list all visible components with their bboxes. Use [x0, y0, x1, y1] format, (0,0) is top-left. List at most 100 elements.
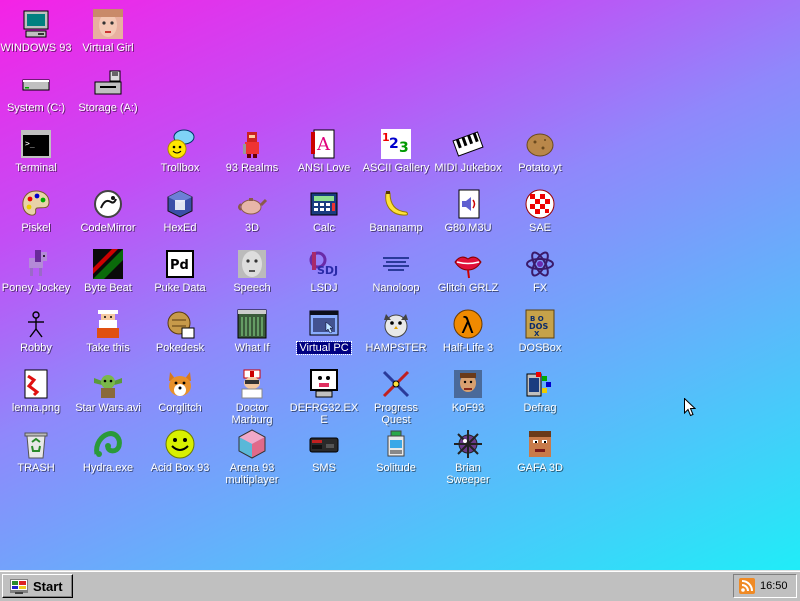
desktop-icon-sms[interactable]: SMS	[288, 426, 360, 484]
desktop-icon-label: Half-Life 3	[442, 342, 494, 354]
desktop-icon-virtualpc[interactable]: Virtual PC	[288, 306, 360, 364]
desktop-icon-pukedata[interactable]: Pd Puke Data	[144, 246, 216, 304]
desktop-icon-windows93[interactable]: WINDOWS 93	[0, 6, 72, 64]
clock: 16:50	[760, 580, 788, 592]
desktop-icon-robby[interactable]: Robby	[0, 306, 72, 364]
desktop-icon-g80[interactable]: G80.M3U	[432, 186, 504, 244]
fighter-icon	[452, 368, 484, 400]
desktop-icon-label: TRASH	[17, 462, 55, 474]
desktop-icon-potato[interactable]: Potato.yt	[504, 126, 576, 184]
desktop-icon-corglitch[interactable]: Corglitch	[144, 366, 216, 424]
hard-drive-icon	[20, 68, 52, 100]
desktop-icon-hydra[interactable]: Hydra.exe	[72, 426, 144, 484]
desktop-icon-defrag[interactable]: Defrag	[504, 366, 576, 424]
desktop-icon-label: Take this	[86, 342, 130, 354]
dosbox-icon: B O DOS X	[524, 308, 556, 340]
rss-icon[interactable]	[739, 578, 755, 594]
desktop-icon-dosbox[interactable]: B O DOS X DOSBox	[504, 306, 576, 364]
desktop-icon-label: CodeMirror	[80, 222, 136, 234]
desktop-icon-halflife3[interactable]: λ Half-Life 3	[432, 306, 504, 364]
desktop-icon-terminal[interactable]: >_ Terminal	[0, 126, 72, 184]
desktop-icon-trollbox[interactable]: Trollbox	[144, 126, 216, 184]
desktop-icon-poney[interactable]: Poney Jockey	[0, 246, 72, 304]
svg-text:3: 3	[399, 140, 409, 156]
desktop-icon-hampster[interactable]: HAMPSTER	[360, 306, 432, 364]
desktop-icon-label: Trollbox	[160, 162, 200, 174]
desktop-icon-brian[interactable]: Brian Sweeper	[432, 426, 504, 486]
desktop-icon-whatif[interactable]: What If	[216, 306, 288, 364]
svg-text:>_: >_	[25, 139, 35, 148]
mine-icon	[452, 428, 484, 460]
desktop-icon-label: Acid Box 93	[150, 462, 210, 474]
desktop-icon-label: Hydra.exe	[82, 462, 134, 474]
desktop-icon-trash[interactable]: TRASH	[0, 426, 72, 484]
start-button[interactable]: Start	[2, 574, 73, 598]
pd-icon: Pd	[164, 248, 196, 280]
desktop-icon-calc[interactable]: Calc	[288, 186, 360, 244]
calculator-icon	[308, 188, 340, 220]
desktop-icon-lenna[interactable]: lenna.png	[0, 366, 72, 424]
desktop-icon-arena[interactable]: Arena 93 multiplayer	[216, 426, 288, 486]
doctor-icon	[236, 368, 268, 400]
desktop-icon-takethis[interactable]: Take this	[72, 306, 144, 364]
hamster-icon	[380, 308, 412, 340]
desktop-icon-solitude[interactable]: Solitude	[360, 426, 432, 484]
desktop-icon-label: Star Wars.avi	[75, 402, 141, 414]
desktop-icon-gafa[interactable]: GAFA 3D	[504, 426, 576, 484]
desktop-icon-nanoloop[interactable]: Nanoloop	[360, 246, 432, 304]
desktop-icon-label: Arena 93 multiplayer	[225, 462, 279, 486]
svg-text:Pd: Pd	[170, 258, 189, 273]
desktop-icon-bananamp[interactable]: Bananamp	[360, 186, 432, 244]
desktop-icon-lsdj[interactable]: SDJ LSDJ	[288, 246, 360, 304]
corgi-icon	[164, 368, 196, 400]
defrag-monitor-icon	[308, 368, 340, 400]
desktop-icon-threed[interactable]: 3D	[216, 186, 288, 244]
desktop-icon-storagea[interactable]: Storage (A:)	[72, 66, 144, 124]
desktop-icon-piskel[interactable]: Piskel	[0, 186, 72, 244]
desktop-icon-acidbox[interactable]: Acid Box 93	[144, 426, 216, 484]
desktop-icon-midi[interactable]: MIDI Jukebox	[432, 126, 504, 184]
desktop-icon-ansilove[interactable]: A ANSI Love	[288, 126, 360, 184]
desktop-icon-label: Storage (A:)	[78, 102, 138, 114]
desktop-icon-progress[interactable]: Progress Quest	[360, 366, 432, 426]
face-speech-icon	[236, 248, 268, 280]
virtual-pc-icon	[308, 308, 340, 340]
desktop-icon-label: ASCII Gallery	[362, 162, 430, 174]
desktop-icon-label: System (C:)	[6, 102, 66, 114]
desktop-icon-speech[interactable]: Speech	[216, 246, 288, 304]
desktop-icon-label: lenna.png	[11, 402, 61, 414]
swords-icon	[380, 368, 412, 400]
desktop-icon-ascii[interactable]: 1 2 3 ASCII Gallery	[360, 126, 432, 184]
desktop-icon-sae[interactable]: SAE	[504, 186, 576, 244]
desktop-icon-bytebeat[interactable]: Byte Beat	[72, 246, 144, 304]
recycle-bin-icon	[20, 428, 52, 460]
speaker-file-icon	[452, 188, 484, 220]
desktop-icon-virtualgirl[interactable]: Virtual Girl	[72, 6, 144, 64]
desktop[interactable]: WINDOWS 93 Virtual Girl System (C:) Storage…	[0, 0, 800, 570]
desktop-icon-realms[interactable]: 93 Realms	[216, 126, 288, 184]
cube-icon	[164, 188, 196, 220]
teapot-icon	[236, 188, 268, 220]
potato-icon	[524, 128, 556, 160]
desktop-icon-fx[interactable]: FX	[504, 246, 576, 304]
desktop-icon-codemirror[interactable]: CodeMirror	[72, 186, 144, 244]
desktop-icon-glitch[interactable]: Glitch GRLZ	[432, 246, 504, 304]
desktop-icon-label: Speech	[233, 282, 271, 294]
desktop-icon-kof[interactable]: KoF93	[432, 366, 504, 424]
desktop-icon-label: Calc	[312, 222, 335, 234]
desktop-icon-systemc[interactable]: System (C:)	[0, 66, 72, 124]
desktop-icon-pokedesk[interactable]: Pokedesk	[144, 306, 216, 364]
desktop-icon-doctor[interactable]: Doctor Marburg	[216, 366, 288, 426]
windows-logo-icon	[10, 579, 28, 594]
mouse-cursor-icon	[684, 398, 696, 417]
banana-icon	[380, 188, 412, 220]
desktop-icon-starwars[interactable]: Star Wars.avi	[72, 366, 144, 424]
desktop-icon-hexed[interactable]: HexEd	[144, 186, 216, 244]
piano-keys-icon	[452, 128, 484, 160]
lambda-icon: λ	[452, 308, 484, 340]
desktop-icon-defrag32[interactable]: DEFRG32.EXE	[288, 366, 360, 426]
desktop-icon-label: KoF93	[451, 402, 485, 414]
system-tray: 16:50	[733, 574, 797, 598]
ascii-123-icon: 123	[380, 128, 412, 160]
lips-icon	[452, 248, 484, 280]
